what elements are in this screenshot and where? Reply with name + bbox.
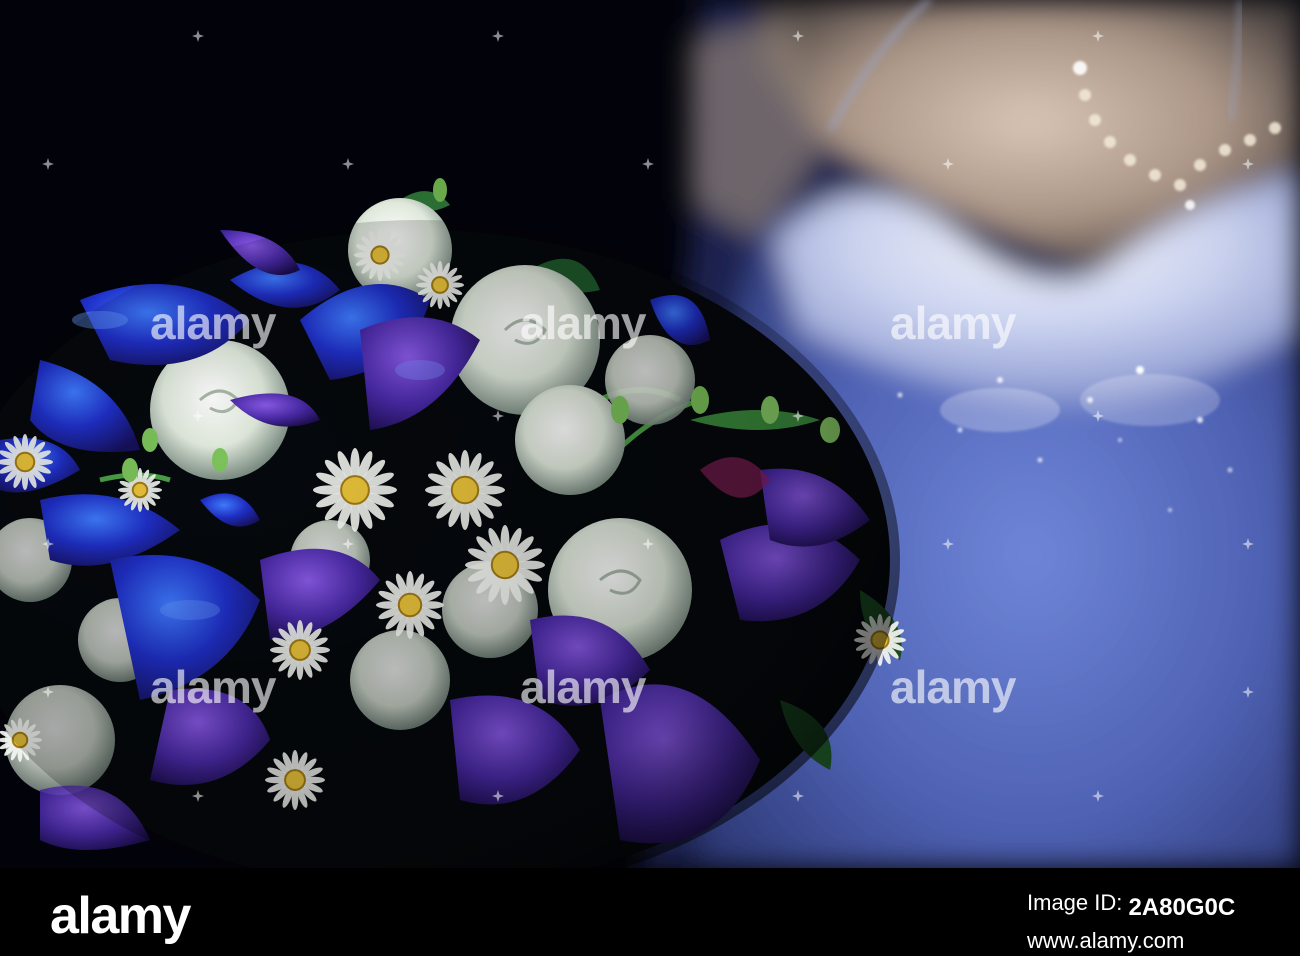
brand-logo[interactable]: alamy xyxy=(50,886,191,946)
footer-bar: alamy Image ID: Image ID: 2A80G0C www.al… xyxy=(0,868,1300,956)
photo: alamy alamy alamy alamy alamy alamy xyxy=(0,0,1300,868)
site-url[interactable]: www.alamy.com xyxy=(1027,928,1184,954)
bouquet-and-bride-illustration xyxy=(0,0,1300,868)
image-id-value: 2A80G0C xyxy=(1128,894,1236,921)
image-id-value-wrap: Image ID: 2A80G0C xyxy=(1027,894,1235,922)
